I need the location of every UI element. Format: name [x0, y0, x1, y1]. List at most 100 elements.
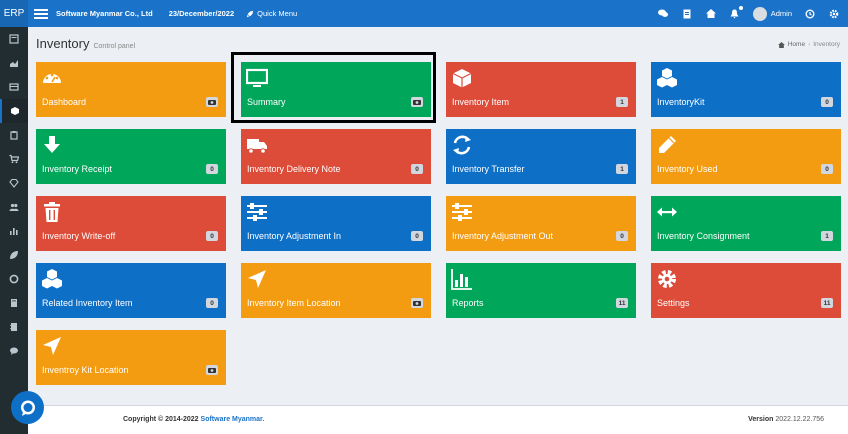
tile-label: Inventory Delivery Note [247, 164, 341, 174]
bell-icon[interactable] [729, 5, 743, 20]
sidebar-item-leaf[interactable] [0, 243, 28, 267]
tile-count: 0 [411, 164, 423, 174]
trash-icon [44, 202, 60, 222]
dashboard-icon [9, 34, 19, 44]
user-name: Admin [770, 9, 792, 18]
tile-inventory-write-off[interactable]: Inventory Write-off 0 [36, 196, 226, 251]
tile-label: Inventory Write-off [42, 231, 116, 241]
tile-label: Inventory Adjustment Out [452, 231, 554, 241]
sidebar-item-diamond[interactable] [0, 171, 28, 195]
tile-inventroy-kit-location[interactable]: Inventroy Kit Location [36, 330, 226, 385]
tile-count: 1 [616, 164, 628, 174]
tile-inventorykit[interactable]: InventoryKit 0 [651, 62, 841, 117]
tile-label: Inventory Used [657, 164, 718, 174]
diamond-icon [9, 178, 19, 188]
tile-reports[interactable]: Reports 11 [446, 263, 636, 318]
gear-icon[interactable] [828, 8, 840, 20]
tile-inventory-item-location[interactable]: Inventory Item Location [241, 263, 431, 318]
clipboard-icon [10, 131, 18, 140]
tile-inventory-adjustment-out[interactable]: Inventory Adjustment Out 0 [446, 196, 636, 251]
quick-menu-button[interactable]: Quick Menu [246, 9, 297, 18]
sidebar-item-inventory[interactable] [0, 99, 28, 123]
sidebar-item-book[interactable] [0, 291, 28, 315]
tile-inventory-used[interactable]: Inventory Used 0 [651, 129, 841, 184]
tile-dashboard[interactable]: Dashboard [36, 62, 226, 117]
tile-inventory-adjustment-in[interactable]: Inventory Adjustment In 0 [241, 196, 431, 251]
sidebar-item-messages[interactable] [0, 339, 28, 363]
breadcrumb: Home › Inventory [777, 41, 840, 48]
home-icon [777, 41, 785, 48]
menu-toggle-icon[interactable] [34, 7, 48, 21]
sidebar-item-reports[interactable] [0, 219, 28, 243]
location-arrow-icon [248, 270, 266, 288]
top-navbar: ERP Software Myanmar Co., Ltd 23/Decembe… [0, 0, 848, 27]
sidebar-item-cart[interactable] [0, 147, 28, 171]
chat-icon[interactable] [657, 8, 669, 20]
arrows-h-icon [657, 207, 677, 217]
company-name: Software Myanmar Co., Ltd [56, 9, 153, 18]
pencil-icon [659, 136, 676, 153]
chat-widget-button[interactable] [11, 391, 44, 424]
sidebar-item-cards[interactable] [0, 75, 28, 99]
tile-inventory-item[interactable]: Inventory Item 1 [446, 62, 636, 117]
sidebar-item-clipboard[interactable] [0, 123, 28, 147]
company-link[interactable]: Software Myanmar. [201, 416, 265, 423]
sidebar-item-notebook[interactable] [0, 315, 28, 339]
camera-icon [206, 97, 218, 107]
tile-inventory-consignment[interactable]: Inventory Consignment 1 [651, 196, 841, 251]
comment-icon [10, 347, 18, 355]
breadcrumb-home[interactable]: Home [788, 41, 805, 48]
notebook-icon [10, 323, 17, 331]
page-title-text: Inventory [36, 36, 90, 51]
cubes-icon [42, 269, 62, 289]
tile-label: Reports [452, 298, 484, 308]
cubes-icon [657, 68, 677, 88]
refresh-icon [453, 135, 471, 155]
tile-count: 0 [821, 97, 833, 107]
home-icon[interactable] [705, 8, 717, 20]
dashboard-icon [43, 73, 61, 83]
tile-related-inventory-item[interactable]: Related Inventory Item 0 [36, 263, 226, 318]
page-subtitle: Control panel [93, 43, 136, 50]
document-icon[interactable] [681, 8, 693, 20]
brand-logo[interactable]: ERP [0, 0, 28, 27]
bar-chart-icon [451, 269, 472, 290]
rocket-icon [246, 10, 254, 17]
quick-menu-label: Quick Menu [257, 9, 298, 18]
book-icon [11, 299, 17, 307]
cart-icon [9, 154, 19, 164]
tile-label: Inventory Transfer [452, 164, 525, 174]
users-icon [9, 203, 19, 211]
tile-inventory-transfer[interactable]: Inventory Transfer 1 [446, 129, 636, 184]
sidebar-item-dashboard[interactable] [0, 27, 28, 51]
chat-bubble-icon [20, 400, 35, 416]
sliders-icon [452, 203, 472, 221]
tile-count: 0 [206, 298, 218, 308]
tile-label: Dashboard [42, 97, 87, 107]
gear-icon [658, 270, 676, 288]
sidebar-item-users[interactable] [0, 195, 28, 219]
tile-label: Inventroy Kit Location [42, 365, 129, 375]
breadcrumb-current: Inventory [813, 41, 840, 48]
copyright-text: Copyright © 2014-2022 [123, 416, 201, 423]
tile-inventory-receipt[interactable]: Inventory Receipt 0 [36, 129, 226, 184]
life-ring-icon [9, 274, 19, 284]
page-title: Inventory Control panel [36, 36, 135, 51]
tile-count: 1 [821, 231, 833, 241]
history-icon[interactable] [804, 8, 816, 20]
bar-chart-icon [10, 228, 18, 235]
tile-count: 0 [206, 164, 218, 174]
tile-inventory-delivery-note[interactable]: Inventory Delivery Note 0 [241, 129, 431, 184]
area-chart-icon [10, 60, 18, 67]
selection-highlight [231, 52, 436, 123]
tile-count: 0 [411, 231, 423, 241]
user-menu[interactable]: Admin [752, 6, 792, 21]
cube-icon [11, 107, 19, 115]
footer: Copyright © 2014-2022 Software Myanmar. … [28, 405, 848, 434]
sidebar-item-support[interactable] [0, 267, 28, 291]
copyright: Copyright © 2014-2022 Software Myanmar. [123, 416, 264, 423]
breadcrumb-separator: › [808, 41, 811, 48]
sidebar-item-charts[interactable] [0, 51, 28, 75]
tile-settings[interactable]: Settings 11 [651, 263, 841, 318]
camera-icon [411, 298, 423, 308]
